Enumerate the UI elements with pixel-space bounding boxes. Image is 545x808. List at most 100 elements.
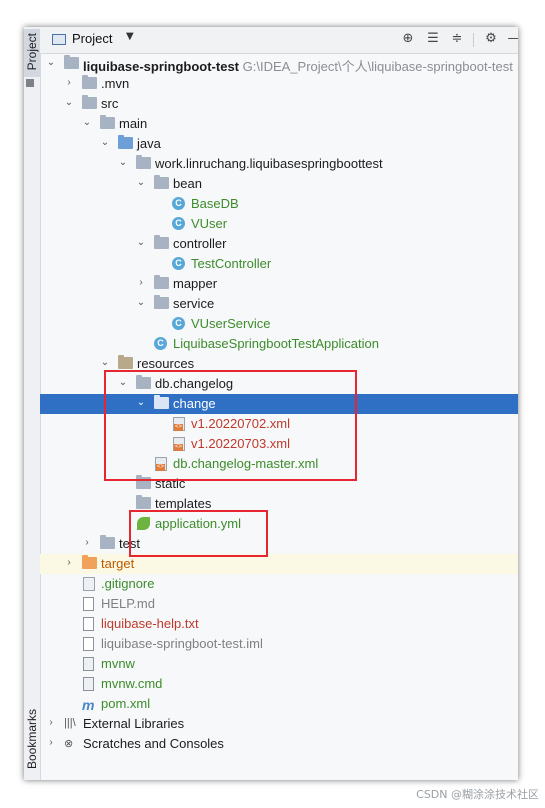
tree-row-iml[interactable]: liquibase-springboot-test.iml — [40, 634, 518, 654]
tree-row-basedb[interactable]: C BaseDB — [40, 194, 518, 214]
crosshair-icon[interactable]: ⊕ — [399, 30, 417, 48]
chevron-down-icon[interactable]: ⌄ — [136, 177, 146, 188]
chevron-right-icon[interactable]: › — [64, 557, 74, 568]
folder-icon — [154, 395, 169, 409]
project-view-icon — [52, 34, 66, 45]
spring-class-icon: C — [154, 337, 167, 350]
chevron-right-icon[interactable]: › — [46, 717, 56, 728]
tree-row-root[interactable]: ⌄ liquibase-springboot-test G:\IDEA_Proj… — [40, 54, 518, 74]
tree-item-label: target — [101, 556, 135, 571]
class-icon: C — [172, 257, 185, 270]
tree-row-application-class[interactable]: C LiquibaseSpringbootTestApplication — [40, 334, 518, 354]
tree-row-package[interactable]: ⌄ work.linruchang.liquibasespringboottes… — [40, 154, 518, 174]
tree-row-help-txt[interactable]: liquibase-help.txt — [40, 614, 518, 634]
tree-row-java[interactable]: ⌄ java — [40, 134, 518, 154]
tree-item-label: .mvn — [101, 76, 130, 91]
tree-item-label: BaseDB — [191, 196, 239, 211]
tree-row-bean[interactable]: ⌄ bean — [40, 174, 518, 194]
tree-item-label: Scratches and Consoles — [83, 736, 224, 751]
tree-row-static[interactable]: static — [40, 474, 518, 494]
chevron-down-icon[interactable]: ⌄ — [136, 297, 146, 308]
chevron-right-icon[interactable]: › — [64, 77, 74, 88]
tree-row-testcontroller[interactable]: C TestController — [40, 254, 518, 274]
tree-row-mapper[interactable]: › mapper — [40, 274, 518, 294]
chevron-down-icon[interactable]: ⌄ — [100, 137, 110, 148]
chevron-down-icon[interactable]: ▼ — [126, 31, 134, 42]
chevron-down-icon[interactable]: ⌄ — [118, 377, 128, 388]
tree-item-label: templates — [155, 496, 212, 511]
tree-row-master-xml[interactable]: db.changelog-master.xml — [40, 454, 518, 474]
tree-item-label: liquibase-springboot-test.iml — [101, 636, 263, 651]
chevron-down-icon[interactable]: ⌄ — [136, 397, 146, 408]
tree-row-controller[interactable]: ⌄ controller — [40, 234, 518, 254]
tree-row-test[interactable]: › test — [40, 534, 518, 554]
tree-row-templates[interactable]: templates — [40, 494, 518, 514]
tree-row-target[interactable]: › target — [40, 554, 518, 574]
tree-row-vuserservice[interactable]: C VUserService — [40, 314, 518, 334]
root-name: liquibase-springboot-test — [83, 59, 239, 74]
gear-icon[interactable]: ⚙ — [482, 30, 500, 48]
tree-row-mvnw[interactable]: mvnw — [40, 654, 518, 674]
spring-leaf-icon — [137, 517, 150, 530]
tree-row-external-libraries[interactable]: › |||\ External Libraries — [40, 714, 518, 734]
script-file-icon — [83, 657, 94, 671]
tree-row-mvnw-cmd[interactable]: mvnw.cmd — [40, 674, 518, 694]
tree-item-label: application.yml — [155, 516, 241, 531]
collapse-all-icon[interactable]: ≑ — [448, 30, 466, 48]
chevron-right-icon[interactable]: › — [46, 737, 56, 748]
tree-row-vuser[interactable]: C VUser — [40, 214, 518, 234]
tree-row-db-changelog[interactable]: ⌄ db.changelog — [40, 374, 518, 394]
chevron-down-icon[interactable]: ⌄ — [82, 117, 92, 128]
tree-item-label: mvnw — [101, 656, 135, 671]
tree-row-mvn[interactable]: › .mvn — [40, 74, 518, 94]
expand-all-icon[interactable]: ☰ — [424, 30, 442, 48]
project-header: Project ▼ ⊕ ☰ ≑ ⚙ — — [40, 27, 518, 54]
chevron-down-icon[interactable]: ⌄ — [136, 237, 146, 248]
project-view-title[interactable]: Project — [72, 31, 112, 46]
bookmarks-strip-button[interactable]: Bookmarks — [24, 707, 40, 777]
tree-item-label: service — [173, 296, 215, 311]
tree-row-src[interactable]: ⌄ src — [40, 94, 518, 114]
tree-item-label: liquibase-springboot-test G:\IDEA_Projec… — [83, 56, 513, 75]
project-strip-button[interactable]: Project — [24, 29, 40, 77]
iml-file-icon — [83, 637, 94, 651]
tree-row-main[interactable]: ⌄ main — [40, 114, 518, 134]
class-icon: C — [172, 317, 185, 330]
xml-file-icon — [173, 417, 185, 431]
chevron-right-icon[interactable]: › — [82, 537, 92, 548]
tree-item-label: VUser — [191, 216, 228, 231]
tree-row-help-md[interactable]: HELP.md — [40, 594, 518, 614]
tree-row-scratches[interactable]: › ⊗ Scratches and Consoles — [40, 734, 518, 754]
chevron-right-icon[interactable]: › — [136, 277, 146, 288]
hide-icon[interactable]: — — [505, 30, 519, 48]
project-tree[interactable]: ⌄ liquibase-springboot-test G:\IDEA_Proj… — [40, 54, 518, 780]
package-icon — [136, 155, 151, 169]
folder-icon — [100, 535, 115, 549]
script-file-icon — [83, 677, 94, 691]
chevron-down-icon[interactable]: ⌄ — [118, 157, 128, 168]
class-icon: C — [172, 197, 185, 210]
tree-row-resources[interactable]: ⌄ resources — [40, 354, 518, 374]
folder-icon — [100, 115, 115, 129]
class-icon: C — [172, 217, 185, 230]
tree-row-change[interactable]: ⌄ change — [40, 394, 518, 414]
chevron-down-icon[interactable]: ⌄ — [64, 97, 74, 108]
watermark-text: CSDN @糊涂涂技术社区 — [416, 788, 539, 801]
folder-icon — [136, 475, 151, 489]
tree-row-application-yml[interactable]: application.yml — [40, 514, 518, 534]
tree-row-gitignore[interactable]: .gitignore — [40, 574, 518, 594]
tree-row-xml-0702[interactable]: v1.20220702.xml — [40, 414, 518, 434]
toolbar-divider — [473, 33, 474, 47]
chevron-down-icon[interactable]: ⌄ — [46, 57, 56, 68]
chevron-down-icon[interactable]: ⌄ — [100, 357, 110, 368]
tree-item-label: static — [155, 476, 186, 491]
tree-row-pom[interactable]: m pom.xml — [40, 694, 518, 714]
tree-row-service[interactable]: ⌄ service — [40, 294, 518, 314]
tree-item-label: HELP.md — [101, 596, 155, 611]
left-tool-strip: Project Bookmarks — [24, 27, 41, 780]
package-icon — [154, 175, 169, 189]
project-tool-window: Project Bookmarks Project ▼ ⊕ ☰ ≑ ⚙ — ⌄ … — [24, 27, 518, 780]
tree-item-label: change — [173, 396, 216, 411]
tree-row-xml-0703[interactable]: v1.20220703.xml — [40, 434, 518, 454]
project-strip-label: Project — [25, 33, 39, 71]
